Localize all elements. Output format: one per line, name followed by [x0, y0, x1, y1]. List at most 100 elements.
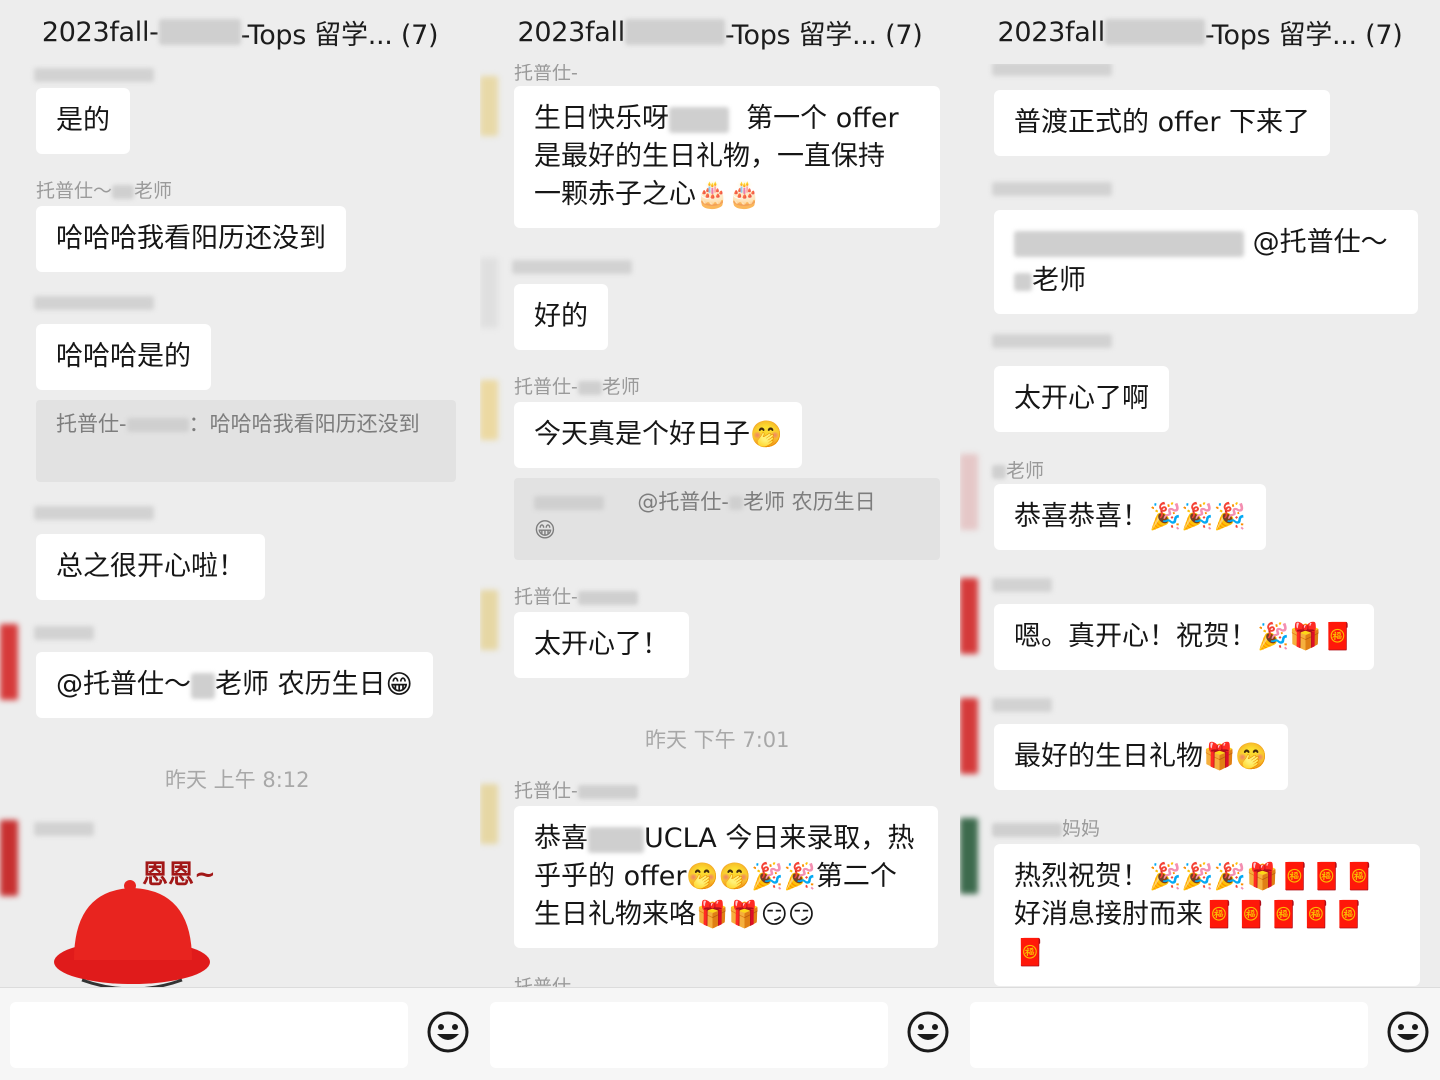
sender-name: 托普仕- 老师 [514, 372, 640, 399]
avatar[interactable] [960, 818, 978, 894]
avatar[interactable] [480, 76, 498, 136]
sender-name-redacted [34, 626, 94, 640]
message-bubble[interactable]: 恭喜 UCLA 今日来录取，热 乎乎的 offer🤭🤭🎉🎉第二个 生日礼物来咯🎁🎁… [514, 806, 938, 948]
message-text: 热烈祝贺！ [1014, 861, 1149, 892]
message-input[interactable] [490, 1002, 888, 1068]
red-hat-sticker-icon[interactable] [52, 880, 212, 990]
message-line: 热烈祝贺！🎉🎉🎉🎁🧧🧧🧧 [1014, 858, 1400, 896]
message-bubble[interactable]: 热烈祝贺！🎉🎉🎉🎁🧧🧧🧧 好消息接肘而来🧧🧧🧧🧧🧧 🧧 [994, 844, 1420, 986]
redacted-name [992, 464, 1006, 479]
redacted-name [191, 672, 215, 699]
message-text: 今天真是个好日子 [534, 419, 750, 450]
message-bubble[interactable]: 恭喜恭喜！🎉🎉🎉 [994, 484, 1267, 550]
quote-text: 老师 农历生日 [742, 490, 876, 514]
message-bubble[interactable]: 好的 [514, 284, 608, 350]
cake-emoji-icon: 🎂🎂 [696, 180, 761, 210]
emoji-icon[interactable] [426, 1010, 470, 1054]
avatar[interactable] [480, 380, 498, 440]
emoji-icon[interactable] [906, 1010, 950, 1054]
chat-title[interactable]: 2023fall -Tops 留学... (7) [480, 0, 960, 64]
sender-name-redacted [992, 698, 1052, 712]
sender-label-suffix: 老师 [134, 180, 173, 202]
message-bubble[interactable]: @托普仕～ 老师 [994, 210, 1418, 314]
message-text: UCLA 今日来录取，热 [644, 823, 915, 854]
title-suffix: -Tops 留学... (7) [240, 19, 439, 51]
avatar[interactable] [0, 820, 18, 896]
message-bubble[interactable]: 嗯。真开心！祝贺！🎉🎁🧧 [994, 604, 1375, 670]
message-bubble[interactable]: 哈哈哈是的 [36, 324, 211, 390]
message-line: 生日快乐呀 第一个 offer [534, 100, 920, 138]
quote-text: ：哈哈哈我看阳历还没到 [188, 412, 420, 436]
sender-label: 妈妈 [1062, 818, 1101, 840]
sender-name: 托普仕～ 老师 [36, 176, 172, 203]
message-line: 一颗赤子之心🎂🎂 [534, 176, 920, 214]
redacted-name [588, 826, 644, 853]
sender-label: 托普仕- [514, 376, 578, 398]
gift-emoji-icon: 🎁🎁😏😏 [696, 900, 815, 930]
party-emoji-icon: 🤭🤭🎉🎉 [686, 862, 816, 892]
chat-title[interactable]: 2023fall- -Tops 留学... (7) [0, 0, 480, 64]
input-bar [480, 987, 960, 1080]
redacted-name [112, 184, 135, 199]
timestamp: 昨天 下午 7:01 [645, 728, 790, 752]
message-text: 恭喜恭喜！ [1014, 501, 1149, 532]
message-line: 生日礼物来咯🎁🎁😏😏 [534, 896, 918, 934]
chat-title[interactable]: 2023fall -Tops 留学... (7) [960, 0, 1440, 64]
message-text: 第二个 [815, 861, 897, 892]
sender-name-redacted [992, 334, 1112, 348]
avatar[interactable] [480, 784, 498, 844]
emoji-icon[interactable] [1386, 1010, 1430, 1054]
sender-name-redacted [34, 822, 94, 836]
message-text: 嗯。真开心！祝贺！ [1014, 621, 1257, 652]
sender-name: 老师 [992, 456, 1044, 483]
message-bubble[interactable]: 太开心了！ [514, 612, 689, 678]
message-bubble[interactable]: 今天真是个好日子🤭 [514, 402, 803, 468]
message-text: 恭喜 [534, 823, 588, 854]
message-line: 是最好的生日礼物，一直保持 [534, 141, 885, 172]
input-bar [960, 987, 1440, 1080]
avatar[interactable] [960, 454, 978, 530]
redacted-name [534, 496, 604, 510]
sender-label: 托普仕- [514, 586, 578, 608]
message-bubble[interactable]: 太开心了啊 [994, 366, 1169, 432]
message-bubble[interactable]: 普渡正式的 offer 下来了 [994, 90, 1330, 156]
red-envelope-emoji-icon: 🧧🧧🧧🧧🧧 [1203, 900, 1365, 930]
input-bar [0, 987, 480, 1080]
mention-text: @托普仕～ [1252, 227, 1388, 258]
avatar[interactable] [0, 624, 18, 700]
message-input[interactable] [970, 1002, 1368, 1068]
quoted-message[interactable]: 托普仕- ：哈哈哈我看阳历还没到 [36, 400, 456, 482]
message-bubble[interactable]: 哈哈哈我看阳历还没到 [36, 206, 346, 272]
message-text: 生日礼物来咯 [534, 899, 696, 930]
message-input[interactable] [10, 1002, 408, 1068]
title-suffix: -Tops 留学... (7) [1204, 19, 1403, 51]
message-bubble[interactable]: 是的 [36, 88, 130, 154]
redacted-name [728, 496, 743, 510]
message-line: @托普仕～ [1014, 224, 1398, 262]
chat-panel-1: 2023fall- -Tops 留学... (7) 是的 托普仕～ 老师 哈哈哈我… [0, 0, 480, 1080]
avatar[interactable] [480, 590, 498, 650]
timestamp: 昨天 上午 8:12 [165, 768, 310, 792]
mention-text: @托普仕～ [56, 669, 191, 700]
redacted-name [577, 380, 602, 395]
redacted-name [126, 418, 189, 432]
grin-emoji-icon: 😁 [385, 670, 413, 700]
avatar[interactable] [960, 698, 978, 774]
message-bubble[interactable]: 最好的生日礼物🎁🤭 [994, 724, 1288, 790]
message-bubble[interactable]: 生日快乐呀 第一个 offer 是最好的生日礼物，一直保持 一颗赤子之心🎂🎂 [514, 86, 940, 228]
message-text: 老师 [1032, 265, 1086, 296]
celebration-emoji-icon: 🎉🎁🧧 [1257, 622, 1355, 652]
avatar[interactable] [480, 258, 498, 328]
quote-author: @托普仕- [637, 490, 729, 514]
sender-label: 托普仕～ [36, 180, 113, 202]
gift-emoji-icon: 🎁🤭 [1203, 742, 1268, 772]
title-prefix: 2023fall [517, 16, 626, 48]
redacted-name [577, 590, 638, 605]
message-bubble[interactable]: 总之很开心啦！ [36, 534, 265, 600]
quoted-message[interactable]: @托普仕- 老师 农历生日 😁 [514, 478, 940, 560]
chat-panel-2: 2023fall -Tops 留学... (7) 托普仕- 生日快乐呀 第一个 … [480, 0, 960, 1080]
message-text: 老师 农历生日 [215, 669, 386, 700]
avatar[interactable] [960, 578, 978, 654]
message-bubble[interactable]: @托普仕～ 老师 农历生日😁 [36, 652, 433, 718]
message-text: 生日快乐呀 [534, 103, 669, 134]
